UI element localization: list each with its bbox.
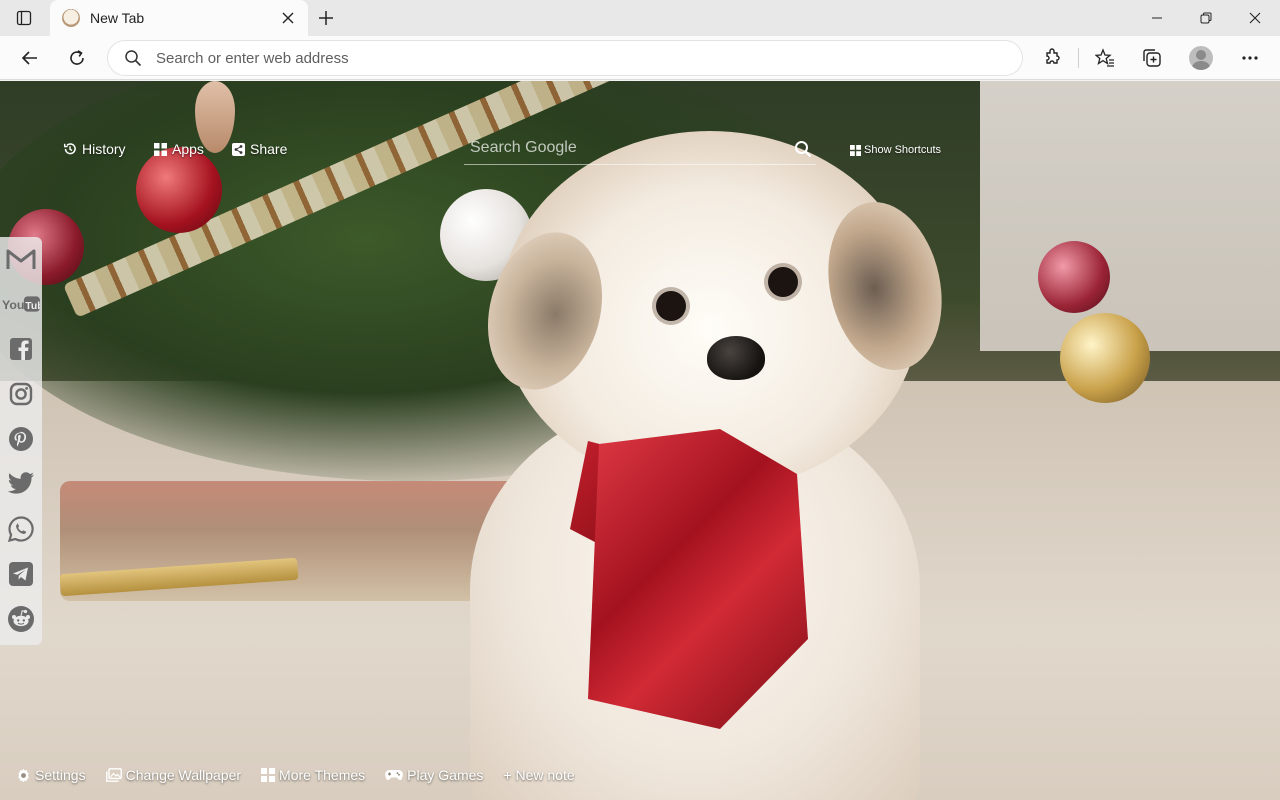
profile-button[interactable] [1185, 42, 1217, 74]
tab-actions-button[interactable] [10, 8, 38, 28]
share-link[interactable]: Share [232, 141, 287, 157]
apps-link[interactable]: Apps [154, 141, 204, 157]
gear-icon [18, 768, 29, 782]
close-icon [1249, 12, 1261, 24]
tab-title: New Tab [90, 10, 145, 26]
minimize-button[interactable] [1134, 4, 1180, 32]
twitter-icon [7, 472, 35, 494]
settings-menu-button[interactable] [1234, 42, 1266, 74]
twitter-link[interactable] [6, 469, 36, 499]
pinterest-link[interactable] [6, 424, 36, 454]
instagram-link[interactable] [6, 379, 36, 409]
tab-new-tab[interactable]: New Tab [50, 0, 308, 36]
settings-label: Settings [35, 767, 86, 783]
google-search-button[interactable] [792, 138, 814, 160]
close-icon [282, 12, 294, 24]
reddit-icon [8, 606, 34, 632]
telegram-link[interactable] [6, 559, 36, 589]
gamepad-icon [385, 770, 404, 781]
refresh-button[interactable] [61, 42, 93, 74]
instagram-icon [9, 382, 33, 406]
telegram-icon [9, 562, 33, 586]
new-note-label: + New note [503, 767, 575, 783]
toolbar-separator [1078, 48, 1079, 68]
gmail-icon [6, 249, 36, 269]
gmail-link[interactable] [6, 245, 36, 275]
wallpaper-icon [105, 768, 122, 782]
refresh-icon [70, 50, 84, 65]
star-list-icon [1095, 48, 1114, 67]
youtube-icon: YouTube [2, 296, 40, 312]
tab-actions-icon [16, 10, 32, 26]
reddit-link[interactable] [6, 604, 36, 634]
share-icon [232, 142, 245, 156]
more-themes-label: More Themes [279, 767, 366, 783]
collections-button[interactable] [1136, 42, 1168, 74]
new-note-button[interactable]: + New note [503, 767, 574, 783]
pinterest-icon [9, 427, 33, 451]
social-sidebar: YouTube [0, 237, 42, 645]
browser-toolbar: Search or enter web address [0, 36, 1280, 80]
svg-text:Tube: Tube [25, 301, 40, 312]
facebook-icon [10, 338, 32, 360]
bottom-toolbar: Settings Change Wallpaper More Themes Pl… [16, 767, 595, 783]
more-icon [1242, 56, 1258, 60]
more-themes-button[interactable]: More Themes [261, 767, 365, 783]
address-bar-placeholder: Search or enter web address [156, 49, 349, 67]
wallpaper-image [0, 81, 1280, 800]
svg-text:You: You [2, 298, 24, 312]
google-search-input[interactable] [464, 138, 784, 157]
facebook-link[interactable] [6, 334, 36, 364]
back-button[interactable] [14, 42, 46, 74]
address-bar[interactable]: Search or enter web address [108, 41, 1022, 75]
favorites-button[interactable] [1089, 42, 1121, 74]
settings-button[interactable]: Settings [16, 767, 86, 783]
show-shortcuts-label: Show Shortcuts [864, 144, 942, 156]
history-label: History [82, 141, 126, 157]
themes-grid-icon [261, 768, 276, 782]
history-link[interactable]: History [63, 141, 126, 157]
collections-icon [1143, 49, 1161, 67]
new-tab-page: History Apps Share Show Shortcuts YouTub… [0, 81, 1280, 800]
avatar [1189, 46, 1213, 70]
google-search-box [464, 131, 816, 165]
show-shortcuts-button[interactable]: Show Shortcuts [850, 144, 941, 156]
change-wallpaper-button[interactable]: Change Wallpaper [105, 767, 242, 783]
back-arrow-icon [21, 51, 37, 65]
title-bar: New Tab [0, 0, 1280, 36]
play-games-button[interactable]: Play Games [385, 767, 483, 783]
tab-favicon-icon [62, 9, 80, 27]
close-window-button[interactable] [1232, 4, 1278, 32]
restore-button[interactable] [1183, 4, 1229, 32]
search-icon [125, 50, 142, 67]
history-icon [63, 143, 76, 155]
plus-icon [319, 11, 333, 25]
minimize-icon [1152, 17, 1162, 19]
new-tab-button[interactable] [314, 6, 338, 30]
restore-icon [1200, 12, 1212, 24]
apps-label: Apps [172, 141, 204, 157]
play-games-label: Play Games [407, 767, 484, 783]
search-icon [795, 141, 812, 158]
change-wallpaper-label: Change Wallpaper [125, 767, 242, 783]
tab-close-button[interactable] [278, 8, 298, 28]
apps-grid-icon [154, 142, 167, 156]
shortcuts-grid-icon [850, 144, 861, 156]
puzzle-icon [1046, 48, 1060, 64]
youtube-link[interactable]: YouTube [2, 289, 40, 319]
whatsapp-icon [8, 516, 34, 542]
share-label: Share [250, 141, 288, 157]
extensions-button[interactable] [1036, 42, 1068, 74]
whatsapp-link[interactable] [6, 514, 36, 544]
